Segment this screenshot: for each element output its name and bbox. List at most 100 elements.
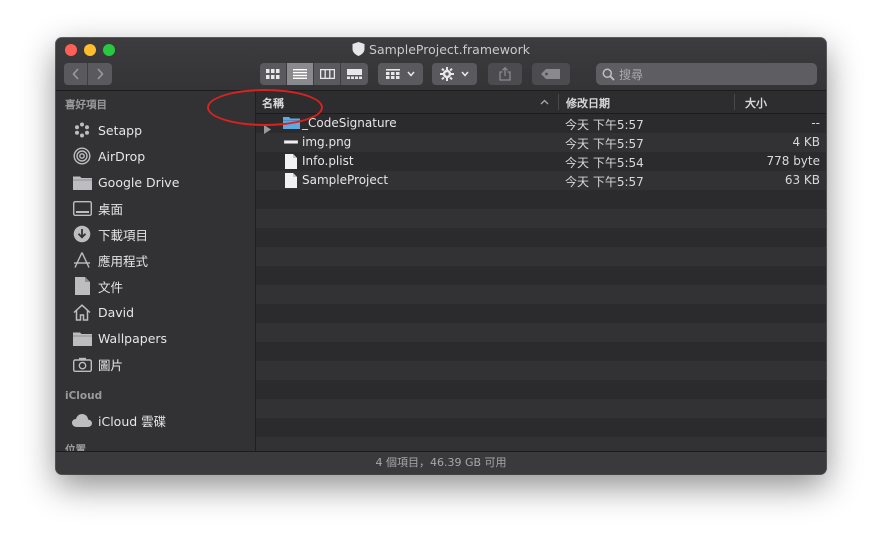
column-divider[interactable] [558,94,559,110]
search-placeholder: 搜尋 [619,67,644,82]
sidebar-item[interactable]: 應用程式 [72,249,148,271]
sidebar-item[interactable]: Setapp [72,119,142,141]
file-date: 今天 下午5:57 [565,175,644,189]
sidebar-item-label: iCloud 雲碟 [98,413,167,429]
gear-icon [440,67,454,81]
row-stripe [256,304,826,323]
row-stripe [256,266,826,285]
chevron-left-icon [71,68,79,80]
columns-icon [319,69,335,79]
document-icon [282,173,300,188]
row-stripe [256,399,826,418]
column-divider[interactable] [734,94,735,110]
sidebar-item-label: David [98,304,135,320]
file-list: 名稱 修改日期 大小 _CodeSignature 今天 下午5:57 -- img.… [256,91,826,456]
share-button[interactable] [488,63,522,85]
column-date-header[interactable]: 修改日期 [566,95,610,111]
sidebar: 喜好項目 Setapp AirDrop Google Drive 桌面下載項目應用程式… [56,91,256,456]
chevron-right-icon [97,68,104,80]
chevron-down-icon [461,71,469,77]
framework-shield-icon [352,42,365,59]
icon-view-button[interactable] [260,63,287,85]
forward-button[interactable] [88,63,112,85]
sidebar-item[interactable]: 桌面 [72,197,123,219]
sidebar-item-label: Google Drive [98,174,180,190]
file-date: 今天 下午5:57 [565,137,644,151]
chevron-down-icon [407,71,415,77]
finder-window: SampleProject.framework 搜尋 喜好項目 Setapp A… [56,38,826,474]
cloud-icon [72,411,92,429]
file-row[interactable]: img.png 今天 下午5:57 4 KB [256,133,826,152]
sidebar-item[interactable]: 文件 [72,275,123,297]
row-stripe [256,228,826,247]
home-icon [72,303,92,321]
sidebar-item[interactable]: AirDrop [72,145,145,167]
sidebar-item-label: 下載項目 [98,227,149,243]
gallery-view-button[interactable] [341,63,368,85]
search-icon [602,68,615,81]
sidebar-item[interactable]: 圖片 [72,353,123,375]
applications-icon [72,251,92,269]
row-stripe [256,418,826,437]
document-icon [282,154,300,169]
row-stripe [256,190,826,209]
sidebar-item[interactable]: Wallpapers [72,327,167,349]
row-stripe [256,247,826,266]
back-button[interactable] [64,63,88,85]
document-icon [72,277,92,295]
view-mode-control [260,63,368,85]
folder-icon [72,173,92,191]
row-stripe [256,209,826,228]
file-size: -- [811,116,820,130]
sidebar-item-label: Setapp [98,122,143,138]
sidebar-item-label: 文件 [98,279,124,295]
file-name: _CodeSignature [302,116,397,130]
row-stripe [256,285,826,304]
tag-icon [541,69,560,79]
title-bar: SampleProject.framework 搜尋 [56,38,826,91]
camera-icon [72,355,92,373]
list-icon [293,69,307,79]
group-grid-icon [386,69,400,79]
file-row[interactable]: Info.plist 今天 下午5:54 778 byte [256,152,826,171]
grid-icon [266,69,280,79]
window-title: SampleProject.framework [56,42,826,59]
group-by-button[interactable] [378,63,423,85]
sidebar-item[interactable]: David [72,301,134,323]
sidebar-item[interactable]: 下載項目 [72,223,148,245]
row-stripe [256,323,826,342]
sidebar-item[interactable]: Google Drive [72,171,179,193]
file-size: 4 KB [792,135,820,149]
file-date: 今天 下午5:54 [565,156,644,170]
file-row[interactable]: SampleProject 今天 下午5:57 63 KB [256,171,826,190]
favorites-heading: 喜好項目 [65,99,107,111]
sidebar-item-label: 桌面 [98,201,124,217]
column-view-button[interactable] [314,63,341,85]
setapp-icon [72,121,92,139]
sidebar-item-label: 圖片 [98,357,124,373]
file-size: 778 byte [766,154,820,168]
search-field[interactable]: 搜尋 [596,63,817,85]
action-button[interactable] [432,63,477,85]
sidebar-item-icloud-drive[interactable]: iCloud 雲碟 [72,409,166,431]
column-name-header[interactable]: 名稱 [262,95,284,111]
nav-buttons [64,63,112,85]
image-file-icon [282,140,300,144]
sidebar-item-label: Wallpapers [98,330,168,346]
folder-icon [72,329,92,347]
desktop-icon [72,199,92,217]
column-size-header[interactable]: 大小 [745,95,767,111]
list-view-button[interactable] [287,63,314,85]
file-row[interactable]: _CodeSignature 今天 下午5:57 -- [256,114,826,134]
file-size: 63 KB [784,173,820,187]
row-stripe [256,361,826,380]
sidebar-item-label: AirDrop [98,148,146,164]
edit-tags-button[interactable] [532,63,570,85]
file-name: Info.plist [302,154,354,168]
row-stripe [256,342,826,361]
share-icon [499,67,511,81]
column-header: 名稱 修改日期 大小 [256,91,826,114]
download-icon [72,225,92,243]
icloud-heading: iCloud [65,390,103,402]
row-stripe [256,380,826,399]
